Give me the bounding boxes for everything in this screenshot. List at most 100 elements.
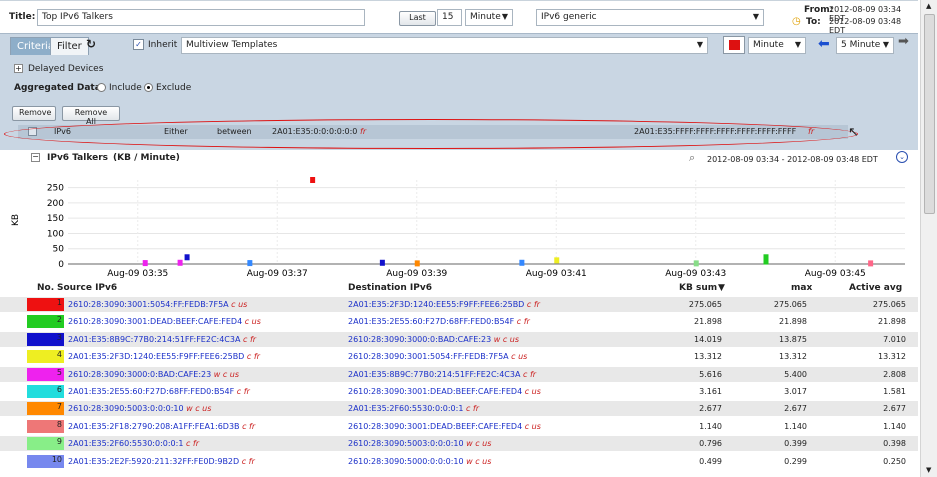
- source-link[interactable]: 2A01:E35:2F60:5530:0:0:0:1 c fr: [68, 439, 199, 448]
- data-point[interactable]: [177, 259, 183, 266]
- unit-select[interactable]: Minute ▼: [465, 9, 513, 26]
- row-number: 8: [56, 419, 62, 429]
- red-bar-icon: [729, 40, 740, 50]
- inherit-checkbox[interactable]: ✓: [133, 39, 144, 50]
- source-link[interactable]: 2A01:E35:2E2F:5920:211:32FF:FE0D:9B2D c …: [68, 457, 255, 466]
- source-link[interactable]: 2A01:E35:2F18:2790:208:A1FF:FEA1:6D3B c …: [68, 422, 255, 431]
- data-point[interactable]: [554, 257, 560, 264]
- source-link[interactable]: 2610:28:3090:3001:DEAD:BEEF:CAFE:FED4 c …: [68, 317, 261, 326]
- data-point[interactable]: [247, 260, 253, 267]
- data-point[interactable]: [414, 260, 420, 267]
- data-point[interactable]: [379, 259, 385, 266]
- exclude-radio[interactable]: [144, 83, 153, 92]
- y-tick-label: 100: [47, 229, 64, 239]
- include-radio[interactable]: [97, 83, 106, 92]
- table-row[interactable]: 8 2A01:E35:2F18:2790:208:A1FF:FEA1:6D3B c…: [0, 418, 918, 434]
- chevron-down-icon[interactable]: ⌄: [896, 151, 908, 163]
- refresh-icon[interactable]: ↻: [86, 37, 96, 51]
- source-ip: 2610:28:3090:3001:5054:FF:FEDB:7F5A: [68, 300, 229, 309]
- table-row[interactable]: 7 2610:28:3090:5003:0:0:0:10 w c us 2A01:E…: [0, 401, 918, 417]
- source-link[interactable]: 2610:28:3090:5003:0:0:0:10 w c us: [68, 404, 211, 413]
- table-row[interactable]: 5 2610:28:3090:3000:0:BAD:CAFE:23 w c us 2…: [0, 366, 918, 382]
- table-row[interactable]: 3 2A01:E35:8B9C:77B0:214:51FF:FE2C:4C3A c…: [0, 331, 918, 347]
- destination-tag: w c us: [466, 456, 492, 466]
- profile-select[interactable]: IPv6 generic ▼: [536, 9, 764, 26]
- collapse-minus-icon[interactable]: −: [31, 153, 40, 162]
- tab-filter[interactable]: Filter: [50, 37, 89, 55]
- granularity-right-select[interactable]: 5 Minute ▼: [836, 37, 894, 54]
- table-row[interactable]: 2 2610:28:3090:3001:DEAD:BEEF:CAFE:FED4 c…: [0, 314, 918, 330]
- scroll-up-icon[interactable]: ▲: [926, 2, 931, 10]
- destination-tag: c fr: [523, 369, 537, 379]
- remove-button[interactable]: Remove: [12, 106, 56, 121]
- header-kb-sum[interactable]: KB sum: [679, 283, 717, 293]
- destination-ip: 2A01:E35:8B9C:77B0:214:51FF:FE2C:4C3A: [348, 369, 521, 379]
- granularity-chart-icon[interactable]: [723, 36, 745, 54]
- granularity-left-value: Minute: [753, 40, 784, 50]
- title-label: Title:: [9, 12, 36, 22]
- kb-sum-value: 13.312: [694, 352, 722, 362]
- scrollbar-thumb[interactable]: [924, 14, 935, 214]
- x-tick-label: Aug-09 03:41: [526, 269, 587, 279]
- source-link[interactable]: 2A01:E35:8B9C:77B0:214:51FF:FE2C:4C3A c …: [68, 335, 256, 344]
- header-destination[interactable]: Destination IPv6: [348, 283, 432, 293]
- data-point[interactable]: [310, 177, 316, 183]
- destination-tag: c fr: [516, 317, 530, 327]
- header-active-avg[interactable]: Active avg: [849, 283, 902, 293]
- table-row[interactable]: 4 2A01:E35:2F3D:1240:EE55:F9FF:FEE6:25BD …: [0, 349, 918, 365]
- destination-link[interactable]: 2610:28:3090:3001:DEAD:BEEF:CAFE:FED4 c …: [348, 387, 541, 396]
- last-count-input[interactable]: 15: [437, 9, 462, 26]
- destination-link[interactable]: 2A01:E35:2E55:60:F27D:68FF:FED0:B54F c f…: [348, 317, 530, 326]
- scroll-down-icon[interactable]: ▼: [926, 466, 931, 474]
- data-point[interactable]: [142, 260, 148, 267]
- data-point[interactable]: [184, 254, 190, 261]
- chevron-down-icon: ▼: [696, 40, 703, 49]
- title-input[interactable]: Top IPv6 Talkers: [37, 9, 365, 26]
- active-avg-value: 1.581: [883, 387, 906, 396]
- max-value: 3.017: [784, 387, 807, 396]
- header-max[interactable]: max: [791, 283, 812, 293]
- table-row[interactable]: 9 2A01:E35:2F60:5530:0:0:0:1 c fr 2610:28:…: [0, 436, 918, 452]
- row-number: 6: [56, 385, 62, 394]
- data-point[interactable]: [693, 260, 699, 267]
- x-tick-label: Aug-09 03:43: [665, 269, 726, 279]
- table-row[interactable]: 10 2A01:E35:2E2F:5920:211:32FF:FE0D:9B2D …: [0, 453, 918, 469]
- source-tag: c fr: [246, 352, 260, 362]
- data-point[interactable]: [868, 260, 874, 267]
- destination-link[interactable]: 2610:28:3090:5003:0:0:0:10 w c us: [348, 439, 491, 448]
- active-avg-value: 0.250: [883, 456, 906, 466]
- destination-link[interactable]: 2A01:E35:8B9C:77B0:214:51FF:FE2C:4C3A c …: [348, 370, 536, 379]
- row-number: 4: [56, 350, 62, 360]
- template-select[interactable]: Multiview Templates ▼: [181, 37, 708, 54]
- arrow-left-icon[interactable]: ⬅: [818, 36, 830, 52]
- granularity-left-select[interactable]: Minute ▼: [748, 37, 806, 54]
- zoom-icon[interactable]: ⌕: [689, 151, 695, 165]
- destination-link[interactable]: 2610:28:3090:5000:0:0:0:10 w c us: [348, 457, 491, 466]
- row-number: 10: [51, 454, 62, 464]
- source-link[interactable]: 2610:28:3090:3000:0:BAD:CAFE:23 w c us: [68, 370, 239, 379]
- data-point[interactable]: [519, 259, 525, 266]
- destination-link[interactable]: 2610:28:3090:3001:5054:FF:FEDB:7F5A c us: [348, 352, 527, 361]
- source-ip: 2610:28:3090:3001:DEAD:BEEF:CAFE:FED4: [68, 317, 243, 327]
- destination-link[interactable]: 2610:28:3090:3001:DEAD:BEEF:CAFE:FED4 c …: [348, 422, 541, 431]
- active-avg-value: 0.398: [883, 439, 906, 449]
- x-tick-label: Aug-09 03:37: [247, 269, 308, 279]
- destination-link[interactable]: 2A01:E35:2F3D:1240:EE55:F9FF:FEE6:25BD c…: [348, 300, 540, 309]
- data-point[interactable]: [763, 258, 769, 265]
- source-link[interactable]: 2A01:E35:2F3D:1240:EE55:F9FF:FEE6:25BD c…: [68, 352, 260, 361]
- destination-link[interactable]: 2610:28:3090:3000:0:BAD:CAFE:23 w c us: [348, 335, 519, 344]
- source-link[interactable]: 2610:28:3090:3001:5054:FF:FEDB:7F5A c us: [68, 300, 247, 309]
- table-row[interactable]: 6 2A01:E35:2E55:60:F27D:68FF:FED0:B54F c …: [0, 384, 918, 399]
- scrollbar[interactable]: ▲ ▼: [920, 0, 937, 477]
- highlight-ellipse: [4, 119, 858, 149]
- last-button[interactable]: Last: [399, 11, 436, 26]
- remove-all-button[interactable]: Remove All: [62, 106, 120, 126]
- destination-ip: 2A01:E35:2F60:5530:0:0:0:1: [348, 404, 464, 414]
- destination-link[interactable]: 2A01:E35:2F60:5530:0:0:0:1 c fr: [348, 404, 479, 413]
- header-source[interactable]: Source IPv6: [57, 283, 117, 293]
- arrow-right-icon[interactable]: ➡: [898, 34, 909, 49]
- table-row[interactable]: 1 2610:28:3090:3001:5054:FF:FEDB:7F5A c u…: [0, 297, 918, 312]
- expand-plus-icon[interactable]: +: [14, 64, 23, 73]
- profile-select-value: IPv6 generic: [541, 12, 597, 22]
- source-link[interactable]: 2A01:E35:2E55:60:F27D:68FF:FED0:B54F c f…: [68, 387, 250, 396]
